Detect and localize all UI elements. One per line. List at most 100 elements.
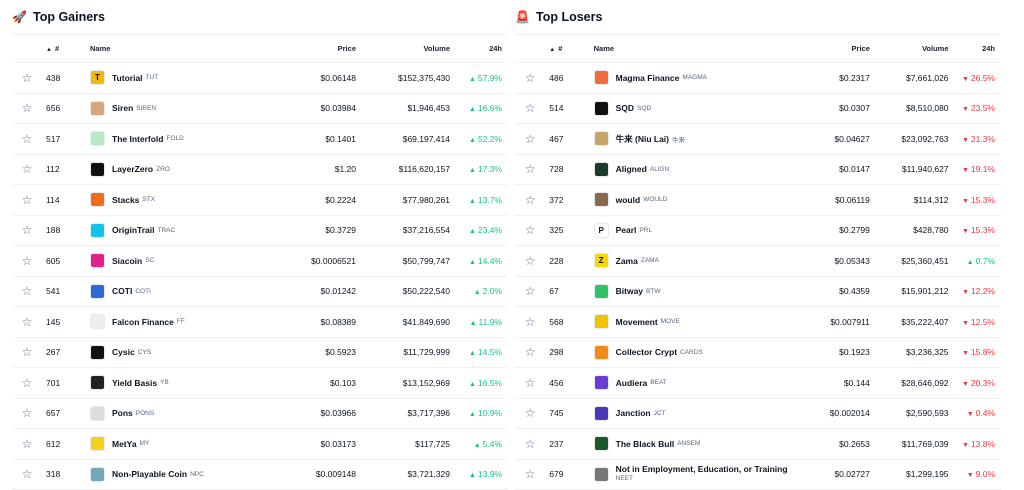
volume-col-header[interactable]: Volume [869, 34, 949, 63]
star-icon[interactable]: ☆ [22, 315, 33, 329]
table-row[interactable]: ☆ 656 Siren SIREN $0.03984 $1,946,453 ▲ 16.6% [12, 93, 508, 124]
table-row[interactable]: ☆ 228 Z Zama ZAMA $0.05343 $25,360,451 ▲ 0.7% [515, 245, 1001, 277]
star-icon[interactable]: ☆ [525, 223, 536, 237]
rank-col-header[interactable]: ▲ # [42, 34, 90, 63]
name-cell[interactable]: Magma Finance MAGMA [593, 62, 792, 94]
rank-col-header[interactable]: ▲ # [545, 34, 594, 63]
table-row[interactable]: ☆ 517 The Interfold FOLD $0.1401 $69,197,414 ▲… [12, 123, 508, 155]
coin-symbol: SC [145, 257, 155, 265]
price-cell: $0.06148 [270, 62, 356, 94]
table-row[interactable]: ☆ 237 The Black Bull ANSEM $0.2653 $11,769,03… [515, 428, 1001, 460]
star-icon[interactable]: ☆ [525, 162, 536, 176]
star-icon[interactable]: ☆ [22, 162, 33, 176]
name-cell[interactable]: Pons PONS [90, 398, 270, 429]
name-cell[interactable]: Yield Basis YB [90, 367, 270, 399]
name-cell[interactable]: Movement MOVE [593, 306, 792, 338]
name-cell[interactable]: Cysic CYS [90, 337, 270, 368]
star-icon[interactable]: ☆ [22, 193, 33, 207]
table-row[interactable]: ☆ 325 P Pearl PRL $0.2799 $428,780 ▼ 15.3% [515, 215, 1001, 246]
table-row[interactable]: ☆ 605 Siacoin SC $0.0006521 $50,799,747 ▲ 14.4% [12, 245, 508, 277]
star-icon[interactable]: ☆ [22, 406, 33, 420]
table-row[interactable]: ☆ 372 would WOULD $0.06119 $114,312 ▼ 15.3% [515, 184, 1001, 216]
table-row[interactable]: ☆ 298 Collector Crypt CARDS $0.1923 $3,236,32… [515, 337, 1001, 368]
star-icon[interactable]: ☆ [22, 284, 33, 298]
star-icon[interactable]: ☆ [22, 71, 33, 85]
star-icon[interactable]: ☆ [525, 101, 536, 115]
name-cell[interactable]: Audiera BEAT [593, 367, 792, 399]
name-cell[interactable]: P Pearl PRL [593, 215, 792, 246]
table-row[interactable]: ☆ 114 Stacks STX $0.2224 $77,980,261 ▲ 13.7% [12, 184, 508, 216]
name-cell[interactable]: Not in Employment, Education, or Trainin… [593, 459, 792, 490]
table-row[interactable]: ☆ 267 Cysic CYS $0.5923 $11,729,999 ▲ 14.5% [12, 337, 508, 368]
table-row[interactable]: ☆ 188 OriginTrail TRAC $0.3729 $37,216,554 ▲ 23… [12, 215, 508, 246]
star-icon[interactable]: ☆ [525, 284, 536, 298]
price-col-header[interactable]: Price [791, 34, 870, 63]
table-row[interactable]: ☆ 145 Falcon Finance FF $0.08389 $41,849,690 ▲… [12, 306, 508, 338]
star-icon[interactable]: ☆ [525, 467, 536, 481]
name-cell[interactable]: Z Zama ZAMA [593, 245, 792, 277]
star-icon[interactable]: ☆ [525, 315, 536, 329]
name-cell[interactable]: would WOULD [593, 184, 792, 216]
star-icon[interactable]: ☆ [22, 223, 33, 237]
star-icon[interactable]: ☆ [525, 254, 536, 268]
name-cell[interactable]: Falcon Finance FF [90, 306, 270, 338]
table-row[interactable]: ☆ 438 T Tutorial TUT $0.06148 $152,375,430 ▲ 57.… [12, 62, 508, 94]
star-icon[interactable]: ☆ [525, 71, 536, 85]
table-row[interactable]: ☆ 514 SQD SQD $0.0307 $8,510,080 ▼ 23.5% [515, 93, 1001, 124]
table-row[interactable]: ☆ 67 Bitway BTW $0.4359 $15,901,212 ▼ 12.2% [515, 276, 1001, 307]
star-icon[interactable]: ☆ [525, 406, 536, 420]
star-icon[interactable]: ☆ [525, 132, 536, 146]
name-cell[interactable]: MetYa MY [90, 428, 270, 460]
table-row[interactable]: ☆ 701 Yield Basis YB $0.103 $13,152,969 ▲ 16.5% [12, 367, 508, 399]
table-row[interactable]: ☆ 456 Audiera BEAT $0.144 $28,646,092 ▼ 20.3% [515, 367, 1001, 399]
table-row[interactable]: ☆ 112 LayerZero ZRO $1.20 $116,620,157 ▲ 17.3% [12, 154, 508, 185]
caret-down-icon: ▼ [961, 167, 969, 175]
star-icon[interactable]: ☆ [22, 132, 33, 146]
star-icon[interactable]: ☆ [22, 437, 33, 451]
name-cell[interactable]: 牛来 (Niu Lai) 牛来 [593, 123, 792, 155]
table-row[interactable]: ☆ 728 Aligned ALIGN $0.0147 $11,940,627 ▼ 19.1% [515, 154, 1001, 185]
name-cell[interactable]: The Interfold FOLD [90, 123, 270, 155]
name-cell[interactable]: Siacoin SC [90, 245, 270, 277]
table-row[interactable]: ☆ 657 Pons PONS $0.03966 $3,717,396 ▲ 10.9% [12, 398, 508, 429]
name-cell[interactable]: LayerZero ZRO [90, 154, 270, 185]
star-icon[interactable]: ☆ [525, 376, 536, 390]
star-icon[interactable]: ☆ [22, 254, 33, 268]
change-col-header[interactable]: 24h [948, 34, 1001, 63]
table-row[interactable]: ☆ 541 COTI COTI $0.01242 $50,222,540 ▲ 2.0% [12, 276, 508, 307]
table-row[interactable]: ☆ 467 牛来 (Niu Lai) 牛来 $0.04627 $23,092,763 ▼ 21… [515, 123, 1001, 155]
caret-up-icon: ▲ [468, 411, 476, 419]
price-col-header[interactable]: Price [270, 34, 356, 63]
change-cell: ▲ 14.5% [450, 337, 508, 368]
name-cell[interactable]: Aligned ALIGN [593, 154, 792, 185]
name-cell[interactable]: T Tutorial TUT [90, 62, 270, 94]
table-row[interactable]: ☆ 568 Movement MOVE $0.007911 $35,222,407 ▼ 12.… [515, 306, 1001, 338]
star-icon[interactable]: ☆ [525, 437, 536, 451]
name-cell[interactable]: Siren SIREN [90, 93, 270, 124]
name-cell[interactable]: Stacks STX [90, 184, 270, 216]
table-row[interactable]: ☆ 318 Non-Playable Coin NPC $0.009148 $3,721,… [12, 459, 508, 490]
star-icon[interactable]: ☆ [22, 376, 33, 390]
price-cell: $0.5923 [270, 337, 356, 368]
change-col-header[interactable]: 24h [450, 34, 508, 63]
name-cell[interactable]: Janction JCT [593, 398, 792, 429]
name-cell[interactable]: Non-Playable Coin NPC [90, 459, 270, 490]
name-cell[interactable]: OriginTrail TRAC [90, 215, 270, 246]
volume-col-header[interactable]: Volume [356, 34, 450, 63]
table-row[interactable]: ☆ 745 Janction JCT $0.002014 $2,590,593 ▼ 0.4% [515, 398, 1001, 429]
name-cell[interactable]: SQD SQD [593, 93, 792, 124]
table-row[interactable]: ☆ 679 Not in Employment, Education, or Tra… [515, 459, 1001, 490]
star-icon[interactable]: ☆ [22, 467, 33, 481]
name-cell[interactable]: Bitway BTW [593, 276, 792, 307]
table-row[interactable]: ☆ 486 Magma Finance MAGMA $0.2317 $7,661,026 ▼… [515, 62, 1001, 94]
name-cell[interactable]: Collector Crypt CARDS [593, 337, 792, 368]
star-icon[interactable]: ☆ [22, 101, 33, 115]
name-col-header[interactable]: Name [593, 34, 792, 63]
star-icon[interactable]: ☆ [525, 345, 536, 359]
star-icon[interactable]: ☆ [525, 193, 536, 207]
name-cell[interactable]: COTI COTI [90, 276, 270, 307]
name-cell[interactable]: The Black Bull ANSEM [593, 428, 792, 460]
name-col-header[interactable]: Name [90, 34, 270, 63]
table-row[interactable]: ☆ 612 MetYa MY $0.03173 $117,725 ▲ 5.4% [12, 428, 508, 460]
star-icon[interactable]: ☆ [22, 345, 33, 359]
